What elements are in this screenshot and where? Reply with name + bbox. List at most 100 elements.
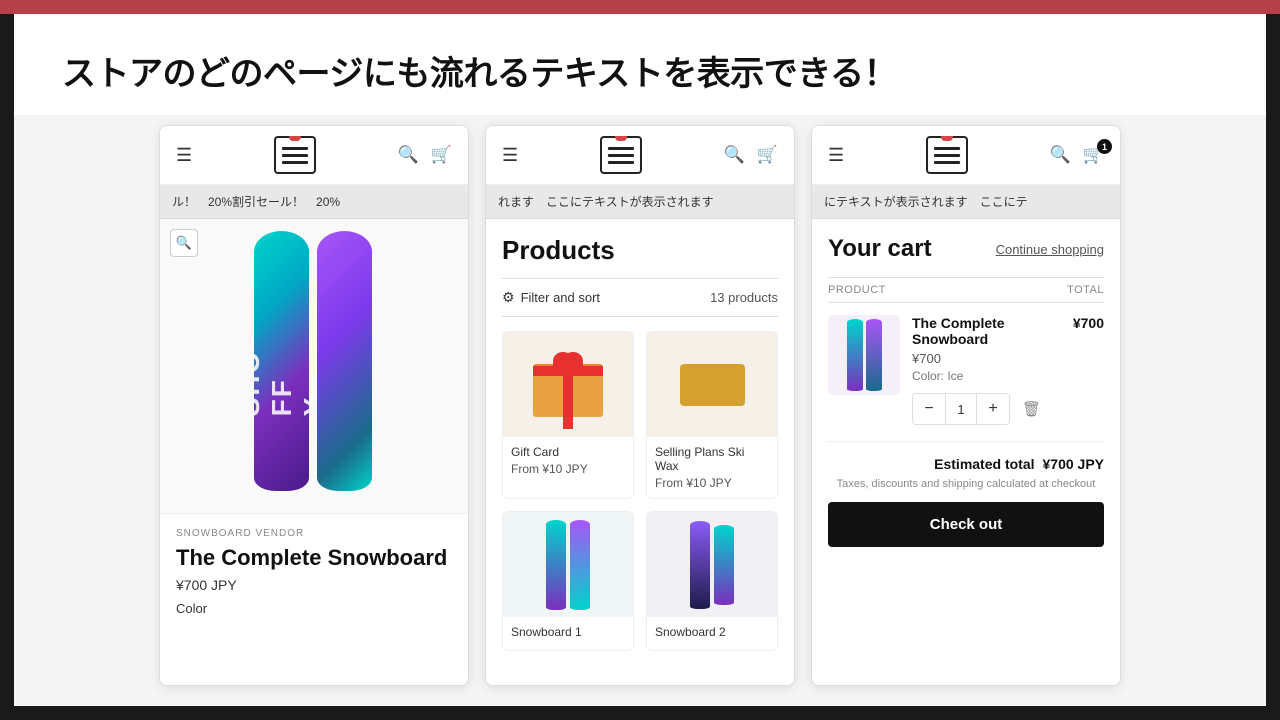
nav-left-1: ☰ — [176, 145, 192, 166]
cart-columns: PRODUCT TOTAL — [828, 277, 1104, 303]
cart-item-variant: Color: Ice — [912, 369, 1061, 383]
panel-nav-3: ☰ 🔍 🛒 1 — [812, 126, 1120, 185]
logo-red-accent-1 — [289, 136, 301, 141]
ski-wax-graphic — [680, 364, 745, 406]
nav-right-2: 🔍 🛒 — [724, 145, 778, 165]
filter-icon: ⚙ — [502, 289, 515, 306]
product-card-gift[interactable]: Gift Card From ¥10 JPY — [502, 331, 634, 499]
snowboard2-name: Snowboard 2 — [655, 625, 769, 639]
logo-line-2a — [608, 147, 634, 150]
panel-content-2: Products ⚙ Filter and sort 13 products — [486, 219, 794, 685]
cart-board-2 — [866, 319, 882, 391]
snowboard-image: SHOFFY — [254, 231, 374, 501]
cart-header-row: Your cart Continue shopping — [828, 235, 1104, 263]
nav-right-3: 🔍 🛒 1 — [1050, 145, 1104, 165]
store-logo-3[interactable] — [926, 136, 968, 174]
ski-wax-name: Selling Plans Ski Wax — [655, 445, 769, 473]
color-label: Color — [176, 601, 452, 616]
estimated-total-label: Estimated total — [934, 456, 1034, 472]
products-grid: Gift Card From ¥10 JPY Selling Plans Ski… — [502, 331, 778, 651]
board-text-1: SHOFFY — [254, 350, 309, 417]
zoom-icon[interactable]: 🔍 — [170, 229, 198, 257]
logo-line-3a — [934, 147, 960, 150]
top-bar — [0, 0, 1280, 14]
checkout-button[interactable]: Check out — [828, 502, 1104, 547]
panel-cart: ☰ 🔍 🛒 1 — [811, 125, 1121, 686]
nav-center-3 — [926, 136, 968, 174]
panels-row: ☰ 🔍 🛒 ル！ 20%割 — [14, 115, 1266, 706]
gift-card-price: From ¥10 JPY — [511, 462, 625, 476]
gift-card-info: Gift Card From ¥10 JPY — [503, 437, 633, 484]
cart-item-name: The Complete Snowboard — [912, 315, 1061, 347]
panel-products: ☰ 🔍 🛒 れます ここに — [485, 125, 795, 686]
cart-item-price: ¥700 — [912, 351, 1061, 366]
continue-shopping-link[interactable]: Continue shopping — [996, 242, 1104, 257]
product-card-snowboard2[interactable]: Snowboard 2 — [646, 511, 778, 651]
logo-line-1 — [282, 147, 308, 150]
snowboard1-image — [503, 512, 633, 617]
search-icon-3[interactable]: 🔍 — [1050, 145, 1071, 165]
panel-content-3: Your cart Continue shopping PRODUCT TOTA… — [812, 219, 1120, 685]
qty-increase-button[interactable]: + — [977, 394, 1009, 424]
store-logo-1[interactable] — [274, 136, 316, 174]
nav-left-2: ☰ — [502, 145, 518, 166]
cart-title: Your cart — [828, 235, 932, 263]
logo-line-2c — [608, 161, 634, 164]
mini-board-1b — [570, 520, 590, 610]
gift-card-name: Gift Card — [511, 445, 625, 459]
cart-board-1 — [847, 319, 863, 391]
logo-red-accent-3 — [941, 136, 953, 141]
snowboard2-image — [647, 512, 777, 617]
cart-icon[interactable]: 🛒 — [431, 145, 452, 165]
cart-item-line-total: ¥700 — [1073, 315, 1104, 331]
hamburger-icon-3[interactable]: ☰ — [828, 145, 844, 166]
gift-card-image — [503, 332, 633, 437]
search-icon-2[interactable]: 🔍 — [724, 145, 745, 165]
nav-center-1 — [274, 136, 316, 174]
search-icon[interactable]: 🔍 — [398, 145, 419, 165]
logo-line-3b — [934, 154, 960, 157]
logo-inner-2 — [607, 147, 635, 164]
product-card-snowboard1[interactable]: Snowboard 1 — [502, 511, 634, 651]
filter-label: Filter and sort — [521, 290, 600, 305]
mini-board-1a — [546, 520, 566, 610]
filter-sort-button[interactable]: ⚙ Filter and sort — [502, 289, 600, 306]
tax-note: Taxes, discounts and shipping calculated… — [828, 478, 1104, 490]
vendor-label: SNOWBOARD VENDOR — [176, 528, 452, 539]
col-total-header: TOTAL — [1067, 284, 1104, 296]
cart-icon-2[interactable]: 🛒 — [757, 145, 778, 165]
delete-item-button[interactable]: 🗑 — [1022, 400, 1041, 418]
mini-board-dark — [690, 521, 710, 609]
estimated-total-row: Estimated total ¥700 JPY — [828, 441, 1104, 472]
logo-line-3c — [934, 161, 960, 164]
snowboard-board-2 — [317, 231, 372, 491]
col-product-header: PRODUCT — [828, 284, 886, 296]
logo-inner-1 — [281, 147, 309, 164]
qty-row: − 1 + 🗑 — [912, 393, 1061, 425]
hamburger-icon[interactable]: ☰ — [176, 145, 192, 166]
nav-center-2 — [600, 136, 642, 174]
products-page: Products ⚙ Filter and sort 13 products — [486, 219, 794, 667]
snowboard2-info: Snowboard 2 — [647, 617, 777, 650]
ticker-bar-3: にテキストが表示されます ここにテ — [812, 185, 1120, 219]
qty-decrease-button[interactable]: − — [913, 394, 945, 424]
snowboard1-info: Snowboard 1 — [503, 617, 633, 650]
products-count: 13 products — [710, 290, 778, 305]
logo-line-2 — [282, 154, 308, 157]
panel-nav-2: ☰ 🔍 🛒 — [486, 126, 794, 185]
cart-icon-3[interactable]: 🛒 1 — [1083, 145, 1104, 165]
page-title: ストアのどのページにも流れるテキストを表示できる！ — [62, 46, 1218, 95]
store-logo-2[interactable] — [600, 136, 642, 174]
product-title: The Complete Snowboard — [176, 545, 452, 571]
page-header: ストアのどのページにも流れるテキストを表示できる！ — [14, 14, 1266, 115]
products-heading: Products — [502, 235, 778, 266]
qty-controls: − 1 + — [912, 393, 1010, 425]
ticker-bar-2: れます ここにテキストが表示されます — [486, 185, 794, 219]
gift-bow-right — [563, 352, 583, 370]
hamburger-icon-2[interactable]: ☰ — [502, 145, 518, 166]
qty-value: 1 — [945, 394, 977, 424]
main-container: ストアのどのページにも流れるテキストを表示できる！ ☰ — [14, 14, 1266, 706]
panel-nav-1: ☰ 🔍 🛒 — [160, 126, 468, 185]
nav-left-3: ☰ — [828, 145, 844, 166]
product-card-ski-wax[interactable]: Selling Plans Ski Wax From ¥10 JPY — [646, 331, 778, 499]
